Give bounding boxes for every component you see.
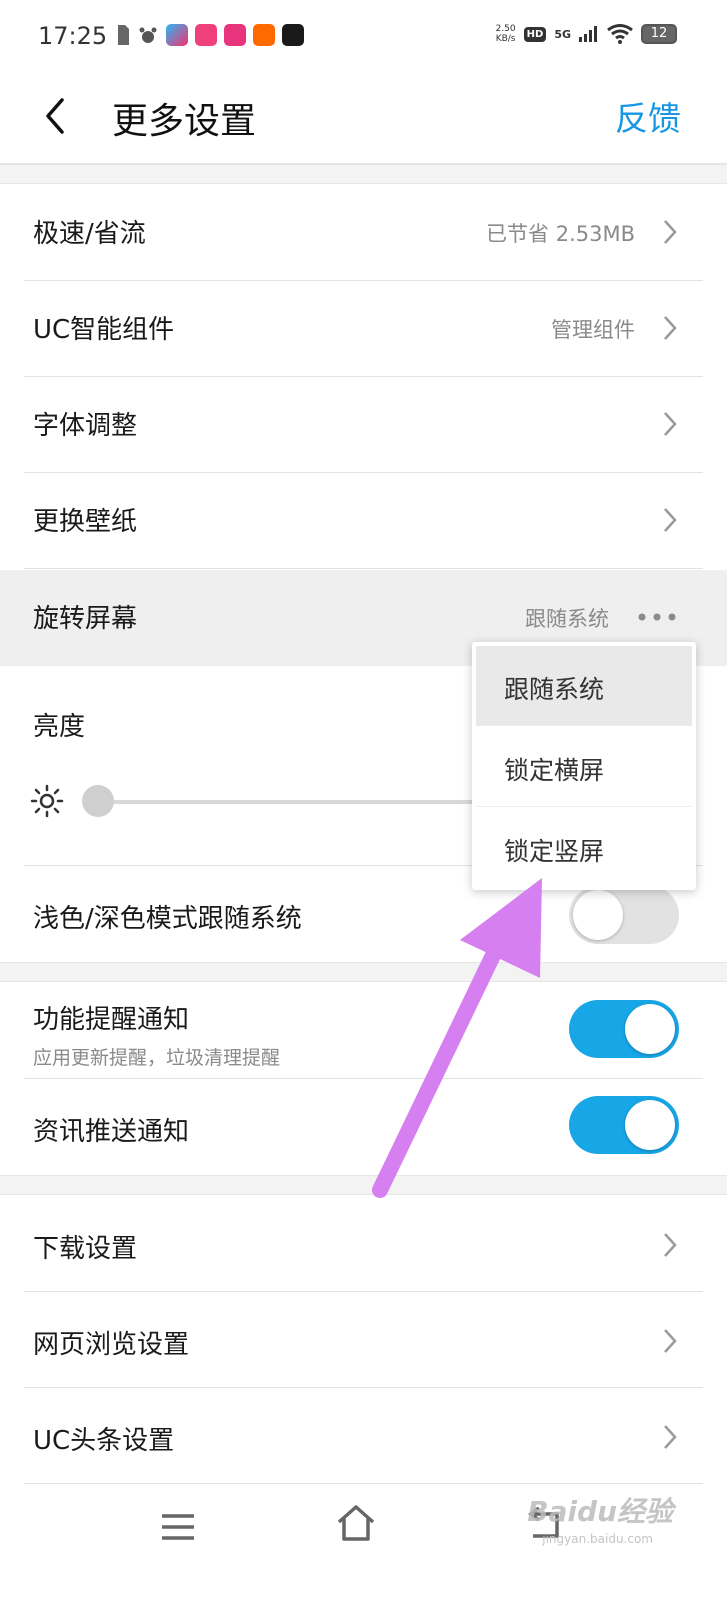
setting-uc-widgets[interactable]: UC智能组件 管理组件 xyxy=(0,281,727,377)
menu-item-follow-system[interactable]: 跟随系统 xyxy=(476,646,692,726)
row-label: 极速/省流 xyxy=(33,219,146,249)
sim-card-icon xyxy=(118,25,129,45)
row-label: 网页浏览设置 xyxy=(33,1330,190,1360)
menu-item-label: 跟随系统 xyxy=(504,675,605,704)
news-push-toggle[interactable] xyxy=(569,1096,679,1154)
taobao-app-icon xyxy=(253,24,275,46)
row-label: 下载设置 xyxy=(33,1234,138,1264)
toggle-knob xyxy=(625,1100,675,1150)
row-label: 资讯推送通知 xyxy=(33,1117,190,1147)
feedback-button[interactable]: 反馈 xyxy=(615,92,681,140)
setting-download[interactable]: 下载设置 xyxy=(0,1196,727,1292)
hd-badge: HD xyxy=(523,26,547,42)
battery-icon: 12 xyxy=(641,24,677,44)
navigation-bar: Baidu经验 jingyan.baidu.com xyxy=(0,1490,727,1600)
menu-icon[interactable] xyxy=(160,1512,196,1542)
chevron-right-icon xyxy=(664,508,677,532)
row-label: UC智能组件 xyxy=(33,315,175,345)
menu-item-lock-landscape[interactable]: 锁定横屏 xyxy=(476,727,692,807)
wifi-icon xyxy=(607,24,633,44)
youku-app-icon xyxy=(166,24,188,46)
toggle-knob xyxy=(625,1004,675,1054)
divider xyxy=(24,1483,703,1484)
notification-icons xyxy=(116,24,304,46)
menu-item-label: 锁定横屏 xyxy=(504,756,605,785)
chevron-right-icon xyxy=(664,1233,677,1257)
rotate-screen-menu: 跟随系统 锁定横屏 锁定竖屏 xyxy=(472,642,696,890)
net-speed: 2.50 KB/s xyxy=(495,24,516,44)
brightness-slider-thumb[interactable] xyxy=(82,785,114,817)
paw-icon xyxy=(139,27,157,43)
row-value: 管理组件 xyxy=(551,318,635,342)
divider xyxy=(24,568,703,569)
row-value: 已节省 2.53MB xyxy=(486,222,635,246)
row-label: 旋转屏幕 xyxy=(33,604,138,634)
watermark: Baidu经验 xyxy=(527,1495,673,1528)
setting-uc-headline[interactable]: UC头条设置 xyxy=(0,1388,727,1484)
row-label: 字体调整 xyxy=(33,411,138,441)
setting-font-adjust[interactable]: 字体调整 xyxy=(0,377,727,473)
signal-5g-icon: 5G xyxy=(554,27,571,41)
status-time: 17:25 xyxy=(38,22,108,50)
app-icon-magenta xyxy=(224,24,246,46)
app-icon-pink xyxy=(195,24,217,46)
watermark-sub: jingyan.baidu.com xyxy=(542,1532,653,1546)
row-label: 浅色/深色模式跟随系统 xyxy=(33,904,302,934)
chevron-right-icon xyxy=(664,220,677,244)
brightness-slider-track[interactable] xyxy=(82,800,502,804)
toggle-knob xyxy=(573,890,623,940)
row-label: UC头条设置 xyxy=(33,1426,175,1456)
row-sublabel: 应用更新提醒，垃圾清理提醒 xyxy=(33,1047,281,1069)
row-label: 功能提醒通知 xyxy=(33,1005,190,1035)
status-bar: 17:25 2.50 KB/s HD 5G 12 xyxy=(0,0,727,76)
back-icon[interactable] xyxy=(40,94,72,138)
feature-notify-toggle[interactable] xyxy=(569,1000,679,1058)
setting-web-browse[interactable]: 网页浏览设置 xyxy=(0,1292,727,1388)
more-icon[interactable] xyxy=(637,612,677,622)
signal-bars-icon xyxy=(579,26,597,42)
setting-speed-saver[interactable]: 极速/省流 已节省 2.53MB xyxy=(0,185,727,281)
chevron-right-icon xyxy=(664,412,677,436)
status-right: 2.50 KB/s HD 5G 12 xyxy=(496,24,677,44)
chevron-right-icon xyxy=(664,1425,677,1449)
row-label: 更换壁纸 xyxy=(33,507,138,537)
dark-mode-toggle[interactable] xyxy=(569,886,679,944)
tiktok-app-icon xyxy=(282,24,304,46)
chevron-right-icon xyxy=(664,1329,677,1353)
setting-wallpaper[interactable]: 更换壁纸 xyxy=(0,473,727,569)
home-icon[interactable] xyxy=(336,1504,376,1542)
annotation-arrow xyxy=(372,878,542,1198)
page-title: 更多设置 xyxy=(112,101,257,142)
row-label: 亮度 xyxy=(33,712,86,742)
header: 更多设置 反馈 xyxy=(0,76,727,164)
row-value: 跟随系统 xyxy=(525,607,609,631)
chevron-right-icon xyxy=(664,316,677,340)
brightness-icon xyxy=(30,784,64,818)
section-gap xyxy=(0,164,727,184)
